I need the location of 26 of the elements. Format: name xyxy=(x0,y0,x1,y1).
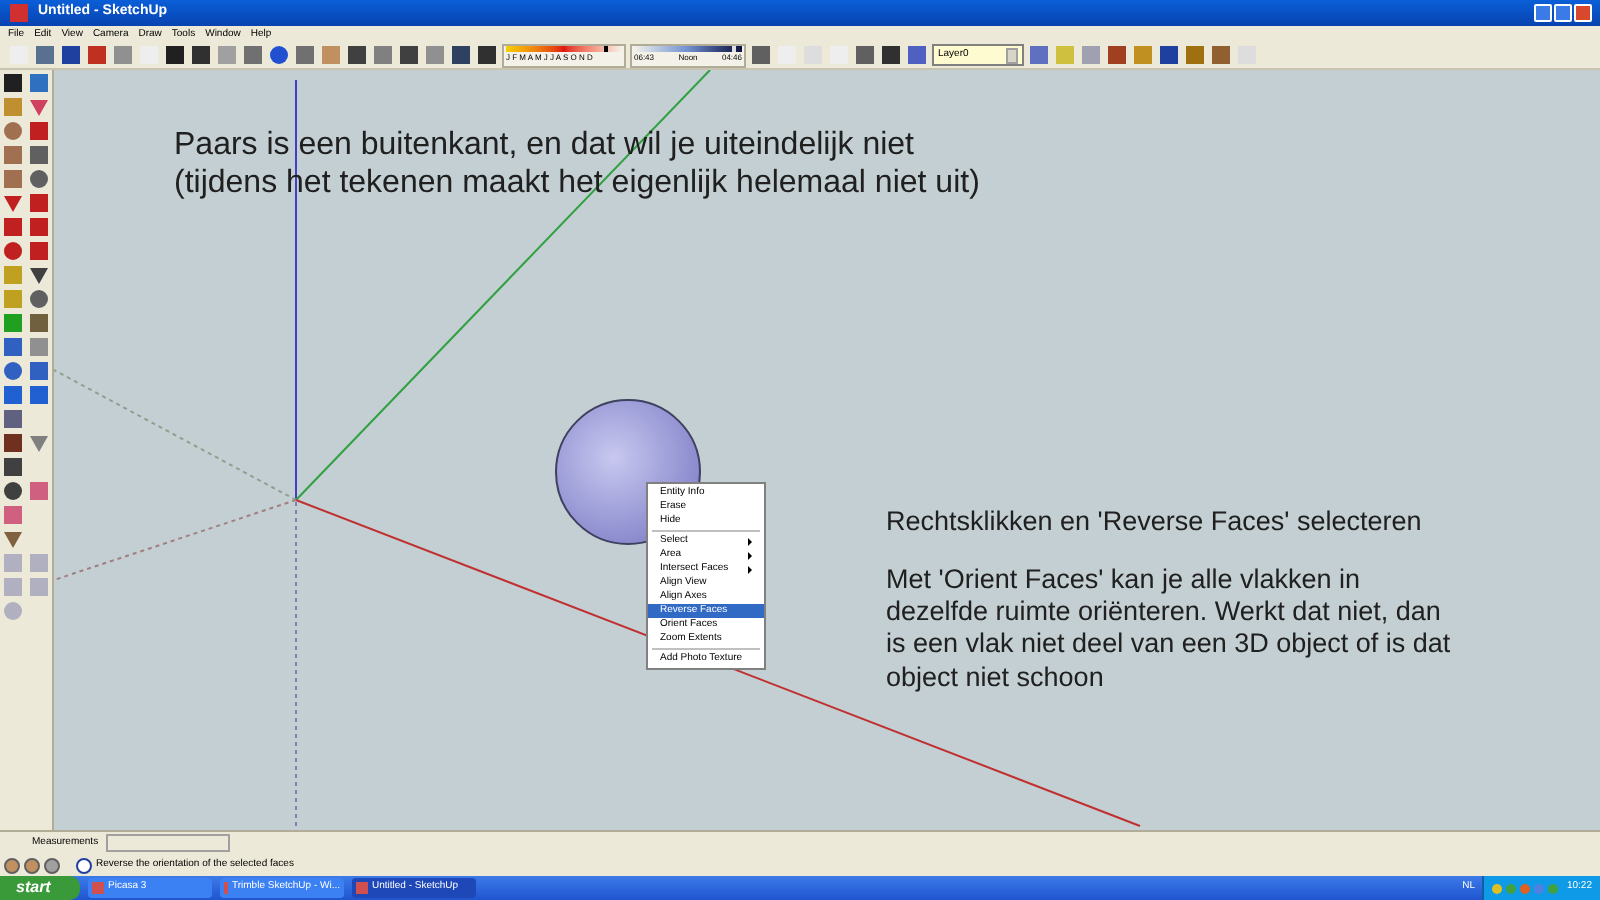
annotation-text: Met 'Orient Faces' kan je alle vlakken in dezelfde ruimte oriënteren. Werkt dat niet, dan is een vlak niet deel van een 3D object of is dat object niet schoon xyxy=(886,564,1451,694)
tool-icon[interactable] xyxy=(346,44,368,66)
tool-icon[interactable] xyxy=(2,72,24,94)
restore-button[interactable] xyxy=(1554,4,1572,22)
tool-icon[interactable] xyxy=(60,44,82,66)
slider-thumb[interactable] xyxy=(604,45,609,51)
tool-icon[interactable] xyxy=(2,432,24,454)
tool-icon[interactable] xyxy=(2,456,24,478)
slider-thumb[interactable] xyxy=(731,45,736,51)
tool-icon[interactable] xyxy=(164,44,186,66)
app-icon xyxy=(92,882,104,894)
close-button[interactable] xyxy=(1574,4,1592,22)
tool-icon[interactable] xyxy=(880,44,902,66)
annotation-text: Rechtsklikken en 'Reverse Faces' selecteren xyxy=(886,506,1422,539)
tool-icon[interactable] xyxy=(27,264,49,286)
tool-icon[interactable] xyxy=(2,480,24,502)
minimize-button[interactable] xyxy=(1534,4,1552,22)
tool-icon[interactable] xyxy=(190,44,212,66)
help-icon[interactable] xyxy=(76,857,92,873)
tool-icon[interactable] xyxy=(450,44,472,66)
app-icon xyxy=(356,882,368,894)
start-button[interactable]: start xyxy=(0,876,80,900)
measurements-field[interactable] xyxy=(106,834,231,852)
tool-icon[interactable] xyxy=(476,44,498,66)
tool-icon[interactable] xyxy=(1158,44,1180,66)
tool-icon[interactable] xyxy=(398,44,420,66)
